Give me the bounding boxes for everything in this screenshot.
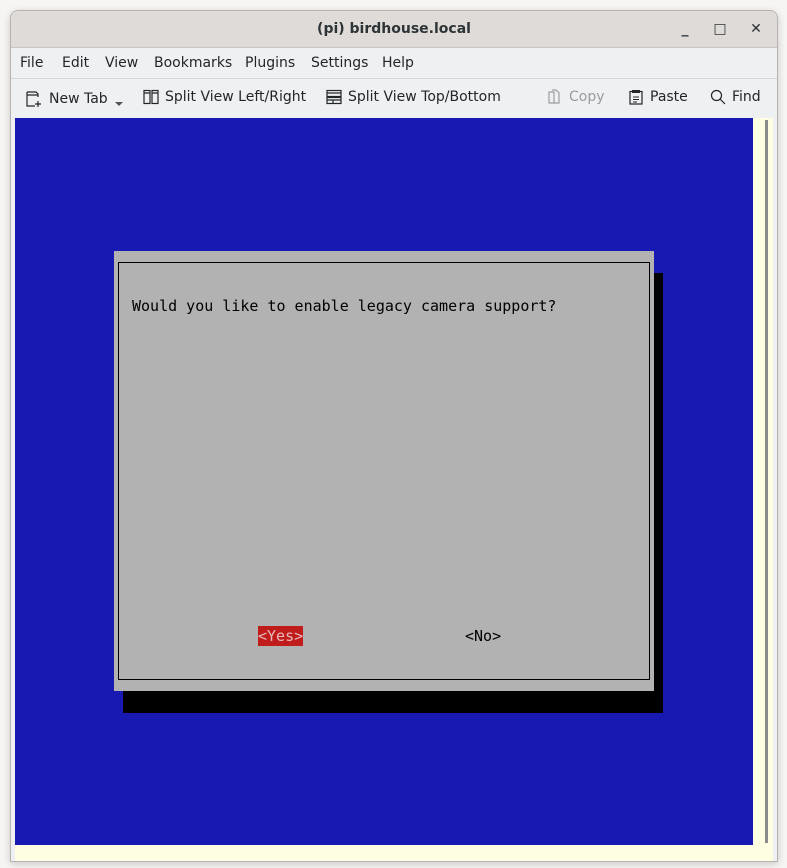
split-top-bottom-label: Split View Top/Bottom	[348, 89, 501, 105]
no-button[interactable]: <No>	[465, 627, 501, 645]
copy-icon	[548, 89, 560, 104]
menu-plugins[interactable]: Plugins	[245, 55, 295, 71]
new-tab-label: New Tab	[49, 91, 108, 107]
minimize-icon: _	[681, 21, 689, 37]
close-icon: ✕	[750, 21, 762, 37]
dialog-frame: Would you like to enable legacy camera s…	[118, 262, 650, 680]
paste-label: Paste	[650, 89, 688, 105]
menu-help[interactable]: Help	[382, 55, 414, 71]
scrollbar[interactable]	[765, 120, 768, 843]
minimize-button[interactable]: _	[675, 19, 695, 39]
toolbar: New Tab Split View Left/Right Split View…	[11, 79, 777, 117]
window-title: (pi) birdhouse.local	[317, 21, 471, 37]
copy-button[interactable]: Copy	[547, 89, 605, 105]
split-left-right-button[interactable]: Split View Left/Right	[143, 89, 306, 105]
split-vertical-icon	[143, 89, 159, 105]
new-tab-icon	[26, 91, 41, 107]
copy-label: Copy	[569, 89, 605, 105]
terminal-area[interactable]: Would you like to enable legacy camera s…	[15, 118, 773, 861]
terminal-window: (pi) birdhouse.local _ □ ✕ File Edit Vie…	[10, 10, 778, 862]
terminal-screen[interactable]: Would you like to enable legacy camera s…	[15, 118, 753, 845]
split-horizontal-icon	[326, 89, 342, 105]
menu-edit[interactable]: Edit	[62, 55, 89, 71]
find-button[interactable]: Find	[710, 89, 761, 105]
search-icon	[710, 89, 726, 105]
menu-settings[interactable]: Settings	[311, 55, 368, 71]
split-left-right-label: Split View Left/Right	[165, 89, 307, 105]
split-top-bottom-button[interactable]: Split View Top/Bottom	[326, 89, 501, 105]
paste-button[interactable]: Paste	[628, 89, 688, 105]
dialog-question: Would you like to enable legacy camera s…	[132, 297, 557, 315]
menu-file[interactable]: File	[20, 55, 43, 71]
whiptail-dialog: Would you like to enable legacy camera s…	[114, 251, 654, 691]
paste-icon	[629, 90, 643, 105]
close-button[interactable]: ✕	[746, 19, 766, 39]
menu-bar: File Edit View Bookmarks Plugins Setting…	[11, 48, 777, 79]
maximize-button[interactable]: □	[710, 19, 730, 39]
new-tab-button[interactable]: New Tab	[25, 89, 124, 109]
title-bar[interactable]: (pi) birdhouse.local _ □ ✕	[11, 11, 777, 48]
menu-view[interactable]: View	[105, 55, 138, 71]
yes-button[interactable]: <Yes>	[258, 626, 304, 646]
find-label: Find	[732, 89, 761, 105]
menu-bookmarks[interactable]: Bookmarks	[154, 55, 232, 71]
maximize-icon: □	[713, 21, 727, 37]
chevron-down-icon[interactable]	[114, 99, 124, 109]
